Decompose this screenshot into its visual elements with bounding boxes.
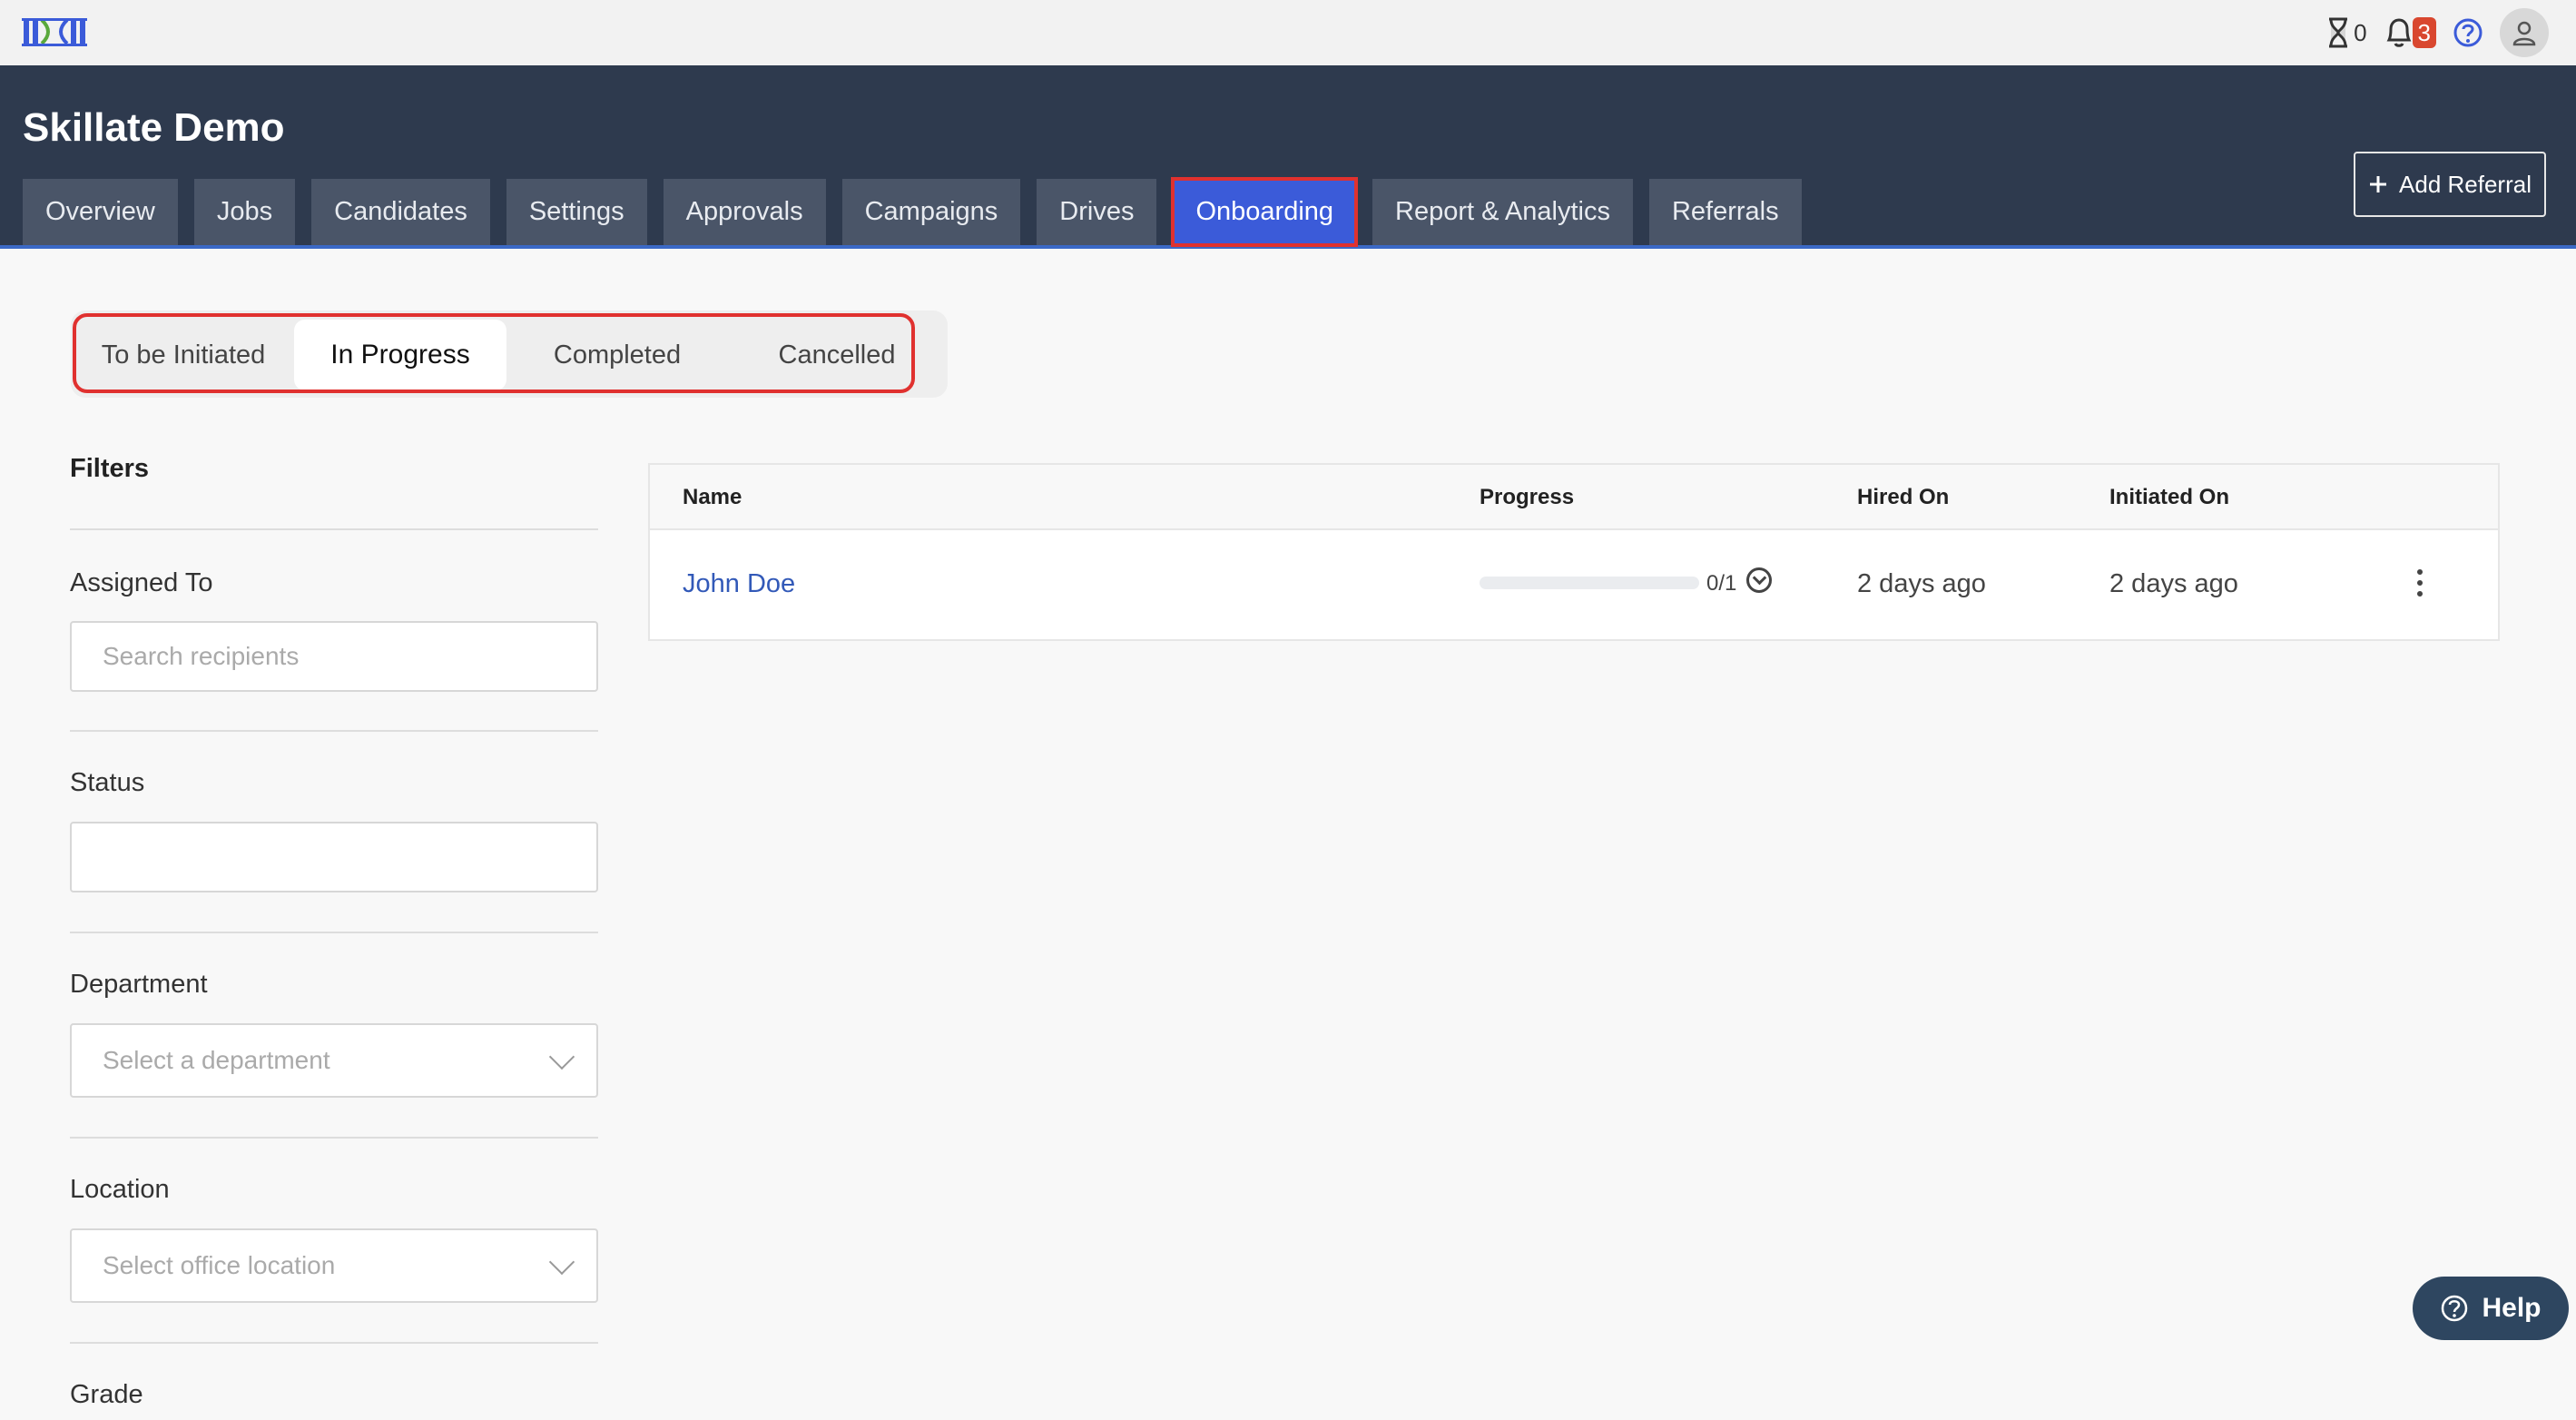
assigned-to-label: Assigned To [70,568,213,597]
assigned-to-search-input[interactable]: Search recipients [70,621,598,692]
main-tabs: Overview Jobs Candidates Settings Approv… [23,177,1802,247]
help-link[interactable] [2453,17,2483,48]
hourglass-icon [2329,17,2348,48]
segment-completed[interactable]: Completed [516,320,719,390]
filters-divider [70,1342,598,1344]
filters-title: Filters [70,454,150,483]
tab-candidates[interactable]: Candidates [311,179,490,245]
chevron-down-icon [548,1043,575,1070]
status-label: Status [70,768,145,797]
top-bar: 0 3 [0,0,2576,66]
user-icon [2512,21,2536,46]
tab-jobs[interactable]: Jobs [193,179,296,245]
table-header: Name Progress Hired On Initiated On [650,465,2498,530]
tab-overview[interactable]: Overview [23,179,178,245]
plus-icon [2370,176,2387,192]
check-circle-icon [1746,567,1772,593]
grade-label: Grade [70,1380,143,1409]
tab-settings[interactable]: Settings [506,179,647,245]
location-select[interactable]: Select office location [70,1228,598,1303]
filters-divider [70,528,598,530]
onboarding-table: Name Progress Hired On Initiated On John… [648,463,2500,641]
department-select[interactable]: Select a department [70,1023,598,1098]
tab-drives[interactable]: Drives [1037,179,1157,245]
location-label: Location [70,1175,170,1204]
bell-icon [2386,18,2411,47]
progress-bar [1480,577,1699,589]
filters-divider [70,932,598,933]
column-hired-on: Hired On [1857,485,1950,509]
department-label: Department [70,970,208,999]
question-circle-icon [2453,18,2483,47]
help-button[interactable]: Help [2413,1277,2569,1340]
tab-campaigns[interactable]: Campaigns [841,179,1021,245]
status-input[interactable] [70,822,598,892]
tab-onboarding[interactable]: Onboarding [1171,177,1359,247]
pending-tasks[interactable]: 0 [2326,17,2367,48]
row-actions-kebab-icon[interactable] [2417,569,2423,597]
progress-text: 0/1 [1706,571,1737,596]
company-name: Skillate Demo [23,105,285,150]
initiated-on-value: 2 days ago [2109,569,2238,598]
tab-approvals[interactable]: Approvals [663,179,826,245]
filters-divider [70,730,598,732]
filters-divider [70,1137,598,1139]
hired-on-value: 2 days ago [1857,569,1986,598]
column-progress: Progress [1480,485,1575,509]
add-referral-button[interactable]: Add Referral [2354,152,2546,217]
notification-badge: 3 [2412,17,2436,48]
column-name: Name [683,485,742,509]
add-referral-label: Add Referral [2399,170,2532,198]
avatar[interactable] [2500,8,2549,57]
segment-in-progress[interactable]: In Progress [294,320,506,390]
question-circle-icon [2442,1295,2468,1322]
notifications[interactable]: 3 [2384,16,2436,49]
segment-cancelled[interactable]: Cancelled [733,320,940,390]
tab-referrals[interactable]: Referrals [1648,179,1802,245]
header: Skillate Demo Overview Jobs Candidates S… [0,65,2576,249]
hourglass-count: 0 [2354,18,2367,46]
column-initiated-on: Initiated On [2109,485,2229,509]
chevron-down-icon [548,1248,575,1276]
help-label: Help [2482,1293,2542,1323]
location-placeholder: Select office location [103,1251,336,1279]
app-logo[interactable] [22,13,87,51]
department-placeholder: Select a department [103,1046,330,1074]
tab-report-analytics[interactable]: Report & Analytics [1372,179,1633,245]
segment-to-be-initiated[interactable]: To be Initiated [80,320,287,390]
candidate-name-link[interactable]: John Doe [683,569,795,599]
